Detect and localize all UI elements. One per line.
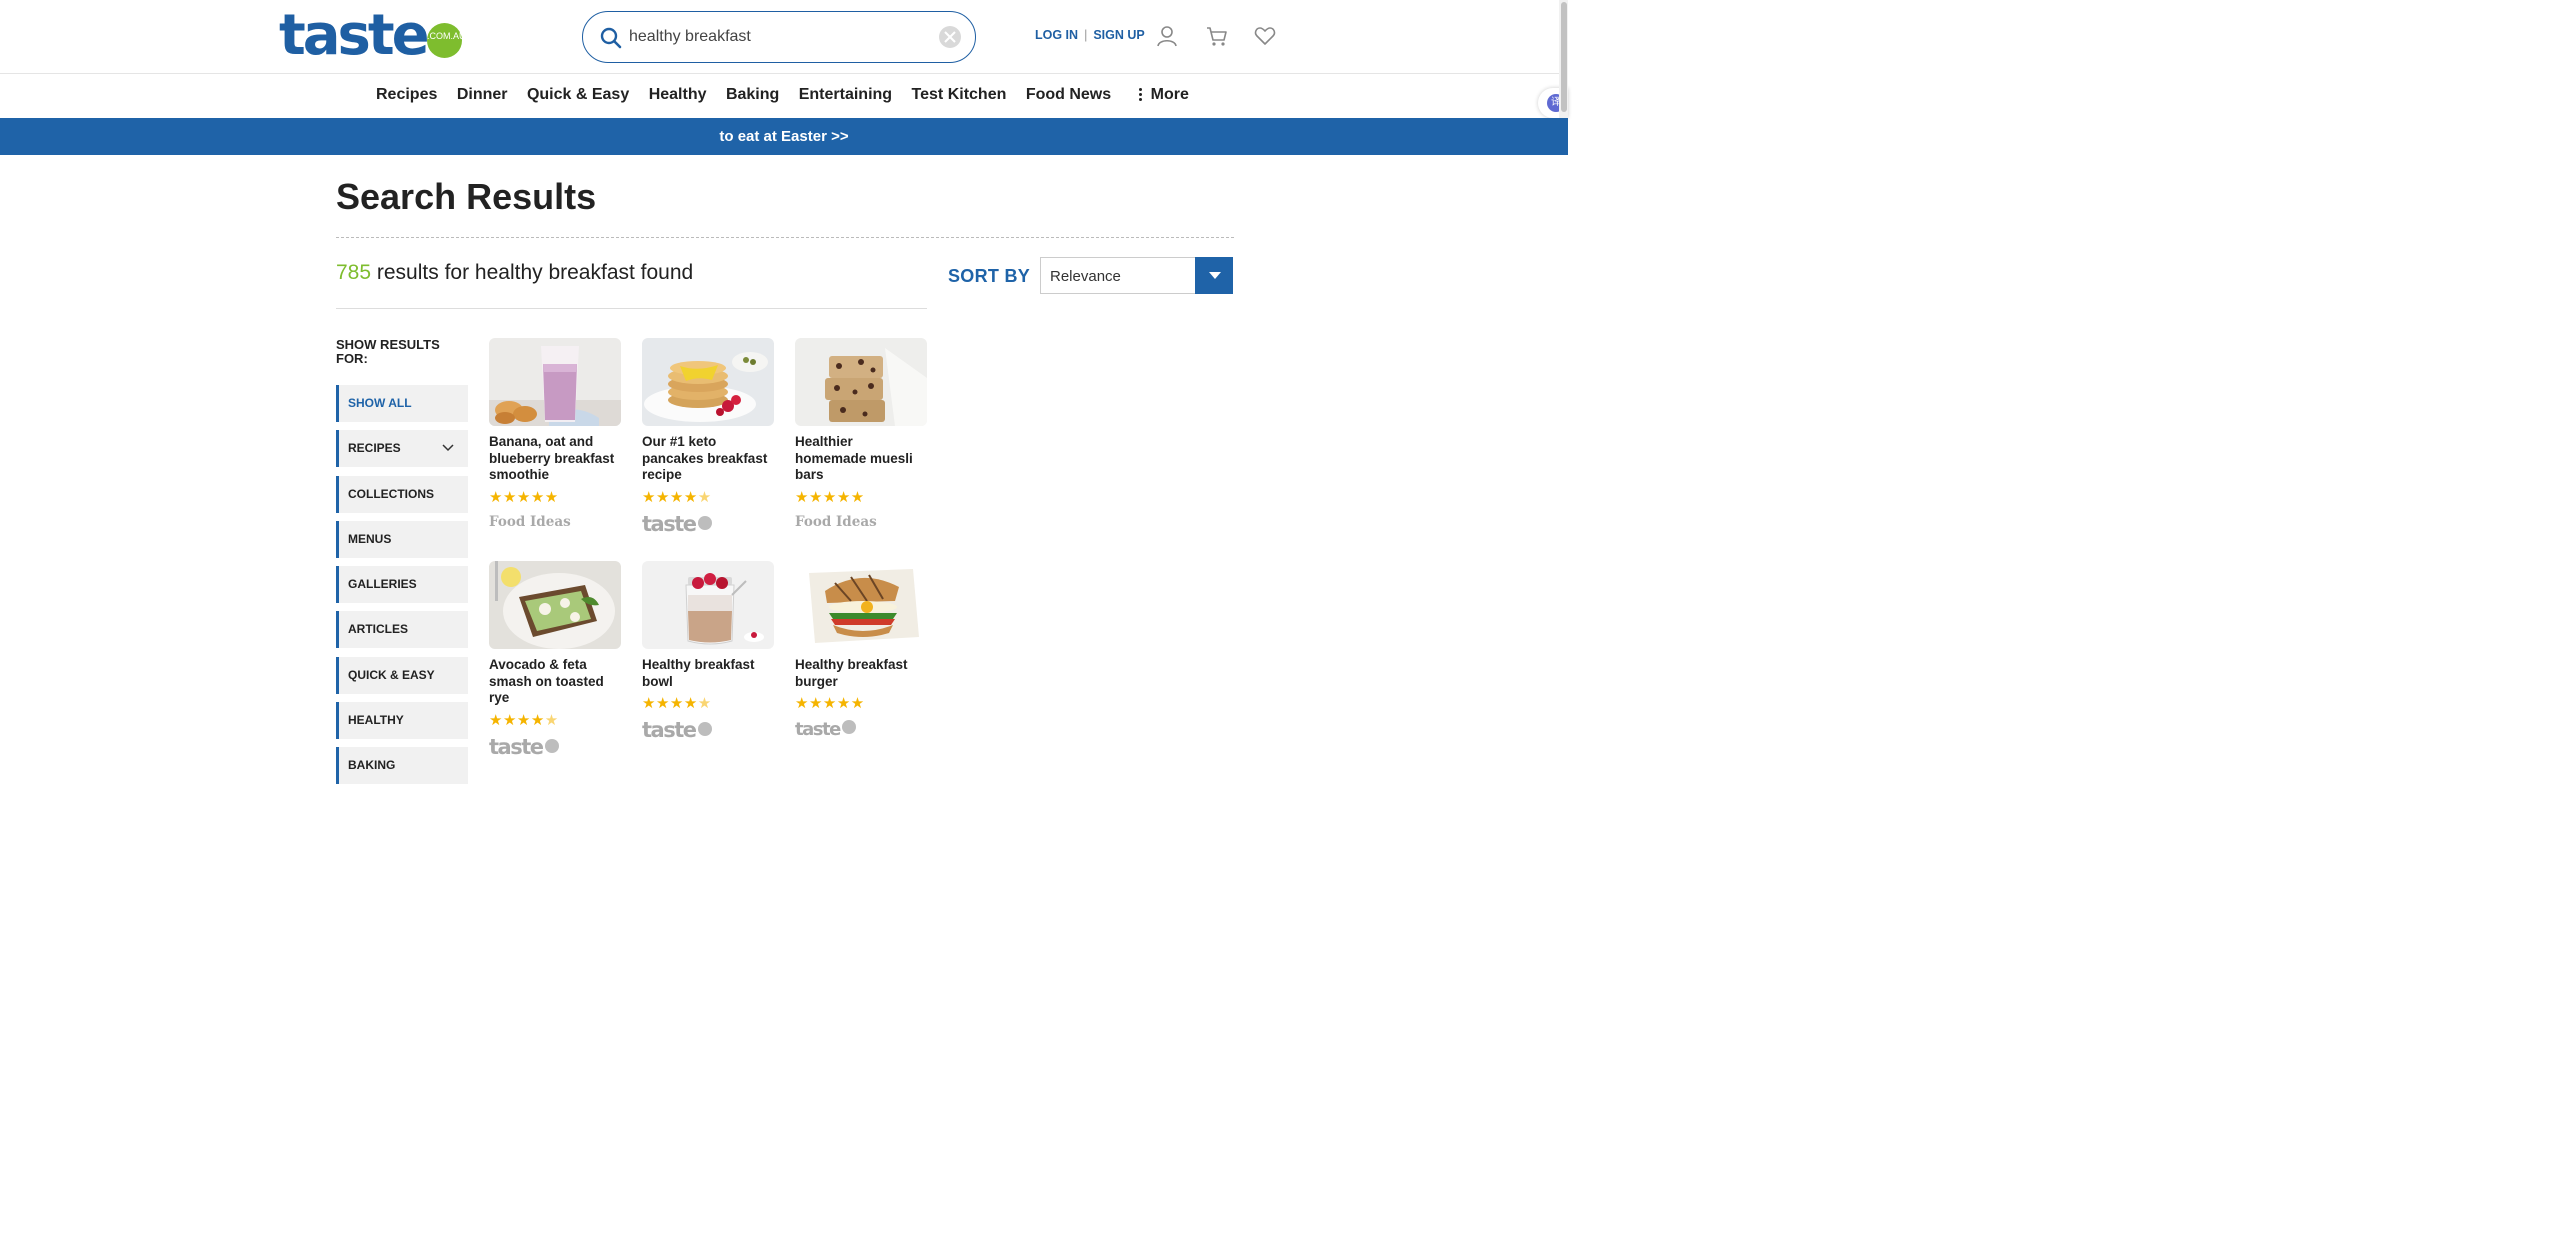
filter-label: HEALTHY <box>348 713 404 728</box>
star-rating: ★★★★★ <box>642 695 712 712</box>
results-divider <box>336 308 927 309</box>
cart-icon[interactable] <box>1206 25 1228 47</box>
signup-link[interactable]: SIGN UP <box>1093 28 1144 42</box>
brand-label: taste <box>642 511 697 536</box>
nav-item-dinner[interactable]: Dinner <box>457 86 508 104</box>
filter-label: BAKING <box>348 758 396 773</box>
sort-value: Relevance <box>1050 268 1121 285</box>
recipe-card[interactable]: Avocado & feta smash on toasted rye ★★★★… <box>489 561 621 757</box>
brand-logo-food-ideas: Food Ideas <box>489 513 571 530</box>
recipe-title[interactable]: Healthier homemade muesli bars <box>795 434 927 484</box>
page-title: Search Results <box>336 176 597 217</box>
recipe-card[interactable]: Healthier homemade muesli bars ★★★★★ Foo… <box>795 338 927 534</box>
recipe-image[interactable] <box>489 338 621 426</box>
nav-more-label: More <box>1150 86 1189 103</box>
recipe-title[interactable]: Our #1 keto pancakes breakfast recipe <box>642 434 774 484</box>
heart-icon[interactable] <box>1254 25 1276 47</box>
star-rating: ★★★★★ <box>795 695 865 712</box>
filter-label: GALLERIES <box>348 577 417 592</box>
filter-menus[interactable]: MENUS <box>336 520 468 558</box>
recipe-title[interactable]: Healthy breakfast bowl <box>642 657 774 690</box>
brand-label: taste <box>642 718 697 742</box>
brand-label: taste <box>795 719 841 740</box>
sort-dropdown-button[interactable] <box>1195 257 1233 294</box>
filter-collections[interactable]: COLLECTIONS <box>336 475 468 513</box>
user-icon[interactable] <box>1156 25 1178 47</box>
logo-wordmark: taste <box>279 3 430 68</box>
filter-list: SHOW ALL RECIPES COLLECTIONS MENUS GALLE… <box>336 385 468 793</box>
nav-item-healthy[interactable]: Healthy <box>649 86 707 104</box>
brand-logo-taste: taste <box>642 511 774 536</box>
recipe-title[interactable]: Healthy breakfast burger <box>795 657 927 690</box>
nav-item-baking[interactable]: Baking <box>726 86 779 104</box>
filter-heading: SHOW RESULTS FOR: <box>336 337 440 366</box>
scrollbar[interactable] <box>1559 0 1568 120</box>
recipe-card[interactable]: Our #1 keto pancakes breakfast recipe ★★… <box>642 338 774 534</box>
recipe-image[interactable] <box>795 561 927 649</box>
brand-logo-food-ideas: Food Ideas <box>795 513 877 530</box>
filter-label: ARTICLES <box>348 622 408 637</box>
recipe-title[interactable]: Banana, oat and blueberry breakfast smoo… <box>489 434 621 484</box>
clear-search-icon[interactable] <box>939 26 961 48</box>
taste-logo[interactable]: taste .COM.AU <box>279 4 469 68</box>
title-divider <box>336 237 1234 238</box>
filter-label: RECIPES <box>348 441 401 456</box>
promo-banner[interactable]: to eat at Easter >> <box>0 118 1568 155</box>
chevron-down-icon[interactable] <box>442 440 454 456</box>
star-rating: ★★★★★ <box>489 711 559 729</box>
filter-baking[interactable]: BAKING <box>336 747 468 785</box>
search-bar <box>582 11 976 63</box>
auth-links: LOG IN | SIGN UP <box>1035 28 1145 42</box>
filter-label: COLLECTIONS <box>348 486 434 501</box>
star-rating: ★★★★★ <box>489 488 559 506</box>
filter-galleries[interactable]: GALLERIES <box>336 566 468 604</box>
filter-quick-easy[interactable]: QUICK & EASY <box>336 656 468 694</box>
filter-recipes[interactable]: RECIPES <box>336 430 468 468</box>
results-text: results for healthy breakfast found <box>371 261 694 284</box>
brand-logo-taste: taste <box>642 718 774 742</box>
main-nav: Recipes Dinner Quick & Easy Healthy Baki… <box>0 75 1568 118</box>
nav-item-entertaining[interactable]: Entertaining <box>799 86 892 104</box>
scrollbar-thumb[interactable] <box>1560 2 1567 112</box>
caret-down-icon <box>1209 272 1221 279</box>
recipe-card[interactable]: Healthy breakfast burger ★★★★★ taste <box>795 561 927 740</box>
brand-logo-taste: taste <box>795 720 927 740</box>
nav-more-button[interactable]: More <box>1138 86 1189 104</box>
search-icon[interactable] <box>599 26 623 50</box>
brand-label: taste <box>489 734 544 759</box>
star-rating: ★★★★★ <box>642 488 712 506</box>
filter-show-all[interactable]: SHOW ALL <box>336 385 468 422</box>
nav-item-recipes[interactable]: Recipes <box>376 86 437 104</box>
results-count: 785 <box>336 261 372 284</box>
recipe-card[interactable]: Banana, oat and blueberry breakfast smoo… <box>489 338 621 534</box>
logo-badge: .COM.AU <box>427 23 466 58</box>
site-header: taste .COM.AU LOG IN | SIGN UP <box>0 0 1568 74</box>
filter-articles[interactable]: ARTICLES <box>336 611 468 649</box>
auth-separator: | <box>1084 28 1088 42</box>
nav-item-food-news[interactable]: Food News <box>1026 86 1111 104</box>
sort-select[interactable]: Relevance <box>1040 257 1233 294</box>
login-link[interactable]: LOG IN <box>1035 28 1078 42</box>
brand-logo-taste: taste <box>489 734 621 759</box>
nav-item-quick-easy[interactable]: Quick & Easy <box>527 86 629 104</box>
filter-label: SHOW ALL <box>348 396 412 410</box>
results-summary: 785 results for healthy breakfast found <box>336 261 693 285</box>
filter-label: MENUS <box>348 531 392 546</box>
sort-label: SORT BY <box>948 266 1031 286</box>
nav-item-test-kitchen[interactable]: Test Kitchen <box>912 86 1007 104</box>
recipe-card[interactable]: Healthy breakfast bowl ★★★★★ taste <box>642 561 774 742</box>
recipe-image[interactable] <box>642 561 774 649</box>
filter-label: QUICK & EASY <box>348 667 435 682</box>
more-dots-icon <box>1138 86 1143 103</box>
recipe-title[interactable]: Avocado & feta smash on toasted rye <box>489 657 621 707</box>
search-input[interactable] <box>629 24 929 50</box>
star-rating: ★★★★★ <box>795 488 865 506</box>
recipe-image[interactable] <box>642 338 774 426</box>
recipe-image[interactable] <box>489 561 621 649</box>
filter-healthy[interactable]: HEALTHY <box>336 702 468 740</box>
recipe-image[interactable] <box>795 338 927 426</box>
